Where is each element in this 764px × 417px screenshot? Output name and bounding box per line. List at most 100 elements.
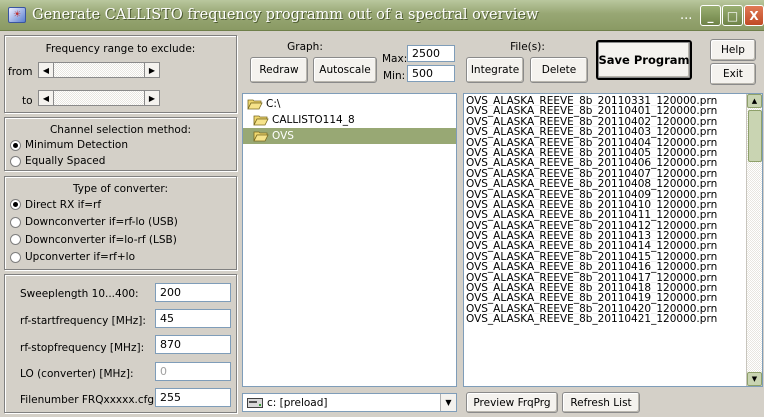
file-list-item[interactable]: OVS_ALASKA_REEVE_8b_20110405_120000.prn xyxy=(464,148,747,158)
close-button[interactable]: X xyxy=(744,5,764,26)
scroll-thumb[interactable] xyxy=(748,110,762,162)
folder-item-root[interactable]: C:\ xyxy=(243,96,456,112)
scroll-left-icon[interactable]: ◀ xyxy=(39,63,54,77)
folder-open-icon xyxy=(253,115,269,126)
file-list-item[interactable]: OVS_ALASKA_REEVE_8b_20110410_120000.prn xyxy=(464,200,747,210)
converter-option-label: Downconverter if=rf-lo (USB) xyxy=(25,216,178,229)
file-list-item[interactable]: OVS_ALASKA_REEVE_8b_20110409_120000.prn xyxy=(464,190,747,200)
converter-option-label: Direct RX if=rf xyxy=(25,198,102,211)
drive-icon xyxy=(247,397,263,408)
rf-stopfrequency-input[interactable]: 870 xyxy=(155,335,231,354)
radio-icon[interactable] xyxy=(10,251,21,263)
file-list-item[interactable]: OVS_ALASKA_REEVE_8b_20110406_120000.prn xyxy=(464,158,747,168)
radio-checked-icon[interactable] xyxy=(10,199,21,211)
folder-label: C:\ xyxy=(266,98,281,110)
exit-button[interactable]: Exit xyxy=(710,63,756,85)
file-list-item[interactable]: OVS_ALASKA_REEVE_8b_20110419_120000.prn xyxy=(464,293,747,303)
to-scrollbar[interactable]: ◀ ▶ xyxy=(38,90,160,106)
save-program-button[interactable]: Save Program xyxy=(596,40,692,80)
minimize-button[interactable]: _ xyxy=(700,5,721,26)
file-list-item[interactable]: OVS_ALASKA_REEVE_8b_20110421_120000.prn xyxy=(464,314,747,324)
filenumber-label: Filenumber FRQxxxxx.cfg: xyxy=(20,394,158,406)
chevron-down-icon[interactable]: ▼ xyxy=(440,394,456,411)
scroll-track[interactable] xyxy=(54,91,144,105)
file-list-item[interactable]: OVS_ALASKA_REEVE_8b_20110420_120000.prn xyxy=(464,304,747,314)
sweeplength-label: Sweeplength 10...400: xyxy=(20,288,139,300)
file-list-item[interactable]: OVS_ALASKA_REEVE_8b_20110411_120000.prn xyxy=(464,210,747,220)
preview-frqprg-button[interactable]: Preview FrqPrg xyxy=(466,392,558,413)
converter-radio-group: Direct RX if=rf Downconverter if=rf-lo (… xyxy=(10,196,178,266)
channel-option-equally-spaced[interactable]: Equally Spaced xyxy=(10,153,128,169)
converter-option-downconverter-usb[interactable]: Downconverter if=rf-lo (USB) xyxy=(10,214,178,232)
sweeplength-input[interactable]: 200 xyxy=(155,283,231,302)
rf-startfrequency-input[interactable]: 45 xyxy=(155,309,231,328)
rf-startfrequency-label: rf-startfrequency [MHz]: xyxy=(20,315,146,327)
drive-select[interactable]: c: [preload] ▼ xyxy=(242,393,457,412)
lo-converter-label: LO (converter) [MHz]: xyxy=(20,368,134,380)
from-scrollbar[interactable]: ◀ ▶ xyxy=(38,62,160,78)
lo-converter-input[interactable]: 0 xyxy=(155,362,231,381)
converter-option-direct-rx[interactable]: Direct RX if=rf xyxy=(10,196,178,214)
graph-title: Graph: xyxy=(287,41,323,53)
min-input[interactable]: 500 xyxy=(407,65,455,82)
file-list-item[interactable]: OVS_ALASKA_REEVE_8b_20110403_120000.prn xyxy=(464,127,747,137)
to-label: to xyxy=(22,95,33,107)
scroll-up-icon[interactable]: ▲ xyxy=(747,94,762,108)
file-list-item[interactable]: OVS_ALASKA_REEVE_8b_20110418_120000.prn xyxy=(464,283,747,293)
channel-selection-title: Channel selection method: xyxy=(49,124,192,136)
folder-item-callisto[interactable]: CALLISTO114_8 xyxy=(243,112,456,128)
redraw-button[interactable]: Redraw xyxy=(250,57,308,83)
drive-select-value: c: [preload] xyxy=(267,396,328,409)
channel-option-label: Minimum Detection xyxy=(25,139,129,151)
max-label: Max: xyxy=(382,53,408,65)
file-list[interactable]: OVS_ALASKA_REEVE_8b_20110331_120000.prn O… xyxy=(463,93,763,387)
folder-item-ovs[interactable]: OVS xyxy=(243,128,456,144)
file-list-item[interactable]: OVS_ALASKA_REEVE_8b_20110413_120000.prn xyxy=(464,231,747,241)
file-list-item[interactable]: OVS_ALASKA_REEVE_8b_20110414_120000.prn xyxy=(464,241,747,251)
radio-icon[interactable] xyxy=(10,234,21,246)
refresh-list-button[interactable]: Refresh List xyxy=(562,392,640,413)
rf-stopfrequency-label: rf-stopfrequency [MHz]: xyxy=(20,342,145,354)
app-icon[interactable]: ☀ xyxy=(8,7,26,23)
delete-button[interactable]: Delete xyxy=(530,57,588,83)
converter-option-upconverter[interactable]: Upconverter if=rf+lo xyxy=(10,249,178,267)
channel-radio-group: Minimum Detection Equally Spaced xyxy=(10,137,128,169)
filenumber-input[interactable]: 255 xyxy=(155,388,231,407)
scroll-down-icon[interactable]: ▼ xyxy=(747,372,762,386)
autoscale-button[interactable]: Autoscale xyxy=(313,57,377,83)
file-rows: OVS_ALASKA_REEVE_8b_20110331_120000.prn O… xyxy=(464,96,747,325)
file-list-item[interactable]: OVS_ALASKA_REEVE_8b_20110402_120000.prn xyxy=(464,117,747,127)
channel-option-minimum-detection[interactable]: Minimum Detection xyxy=(10,137,128,153)
file-list-item[interactable]: OVS_ALASKA_REEVE_8b_20110407_120000.prn xyxy=(464,169,747,179)
file-list-item[interactable]: OVS_ALASKA_REEVE_8b_20110401_120000.prn xyxy=(464,106,747,116)
converter-option-label: Downconverter if=lo-rf (LSB) xyxy=(25,233,177,246)
file-list-item[interactable]: OVS_ALASKA_REEVE_8b_20110408_120000.prn xyxy=(464,179,747,189)
file-list-item[interactable]: OVS_ALASKA_REEVE_8b_20110416_120000.prn xyxy=(464,262,747,272)
radio-icon[interactable] xyxy=(10,216,21,228)
file-list-item[interactable]: OVS_ALASKA_REEVE_8b_20110404_120000.prn xyxy=(464,138,747,148)
scroll-track[interactable] xyxy=(54,63,144,77)
max-input[interactable]: 2500 xyxy=(407,45,455,62)
radio-checked-icon[interactable] xyxy=(10,139,21,151)
converter-option-downconverter-lsb[interactable]: Downconverter if=lo-rf (LSB) xyxy=(10,231,178,249)
help-button[interactable]: Help xyxy=(710,39,756,61)
integrate-button[interactable]: Integrate xyxy=(466,57,524,83)
file-list-item[interactable]: OVS_ALASKA_REEVE_8b_20110417_120000.prn xyxy=(464,273,747,283)
min-label: Min: xyxy=(383,70,406,82)
frequency-exclude-title: Frequency range to exclude: xyxy=(45,43,196,55)
folder-open-icon xyxy=(247,99,263,110)
window-title: Generate CALLISTO frequency programm out… xyxy=(32,7,539,23)
file-list-item[interactable]: OVS_ALASKA_REEVE_8b_20110415_120000.prn xyxy=(464,252,747,262)
converter-option-label: Upconverter if=rf+lo xyxy=(25,251,135,264)
scroll-right-icon[interactable]: ▶ xyxy=(144,91,159,105)
file-list-item[interactable]: OVS_ALASKA_REEVE_8b_20110412_120000.prn xyxy=(464,221,747,231)
file-list-item[interactable]: OVS_ALASKA_REEVE_8b_20110331_120000.prn xyxy=(464,96,747,106)
folder-list[interactable]: C:\ CALLISTO114_8 OVS xyxy=(242,93,457,387)
files-title: File(s): xyxy=(510,41,545,53)
maximize-button[interactable]: □ xyxy=(722,5,743,26)
scroll-left-icon[interactable]: ◀ xyxy=(39,91,54,105)
scroll-right-icon[interactable]: ▶ xyxy=(144,63,159,77)
channel-option-label: Equally Spaced xyxy=(25,155,106,167)
radio-icon[interactable] xyxy=(10,155,21,167)
file-list-scrollbar[interactable]: ▲ ▼ xyxy=(746,94,762,386)
